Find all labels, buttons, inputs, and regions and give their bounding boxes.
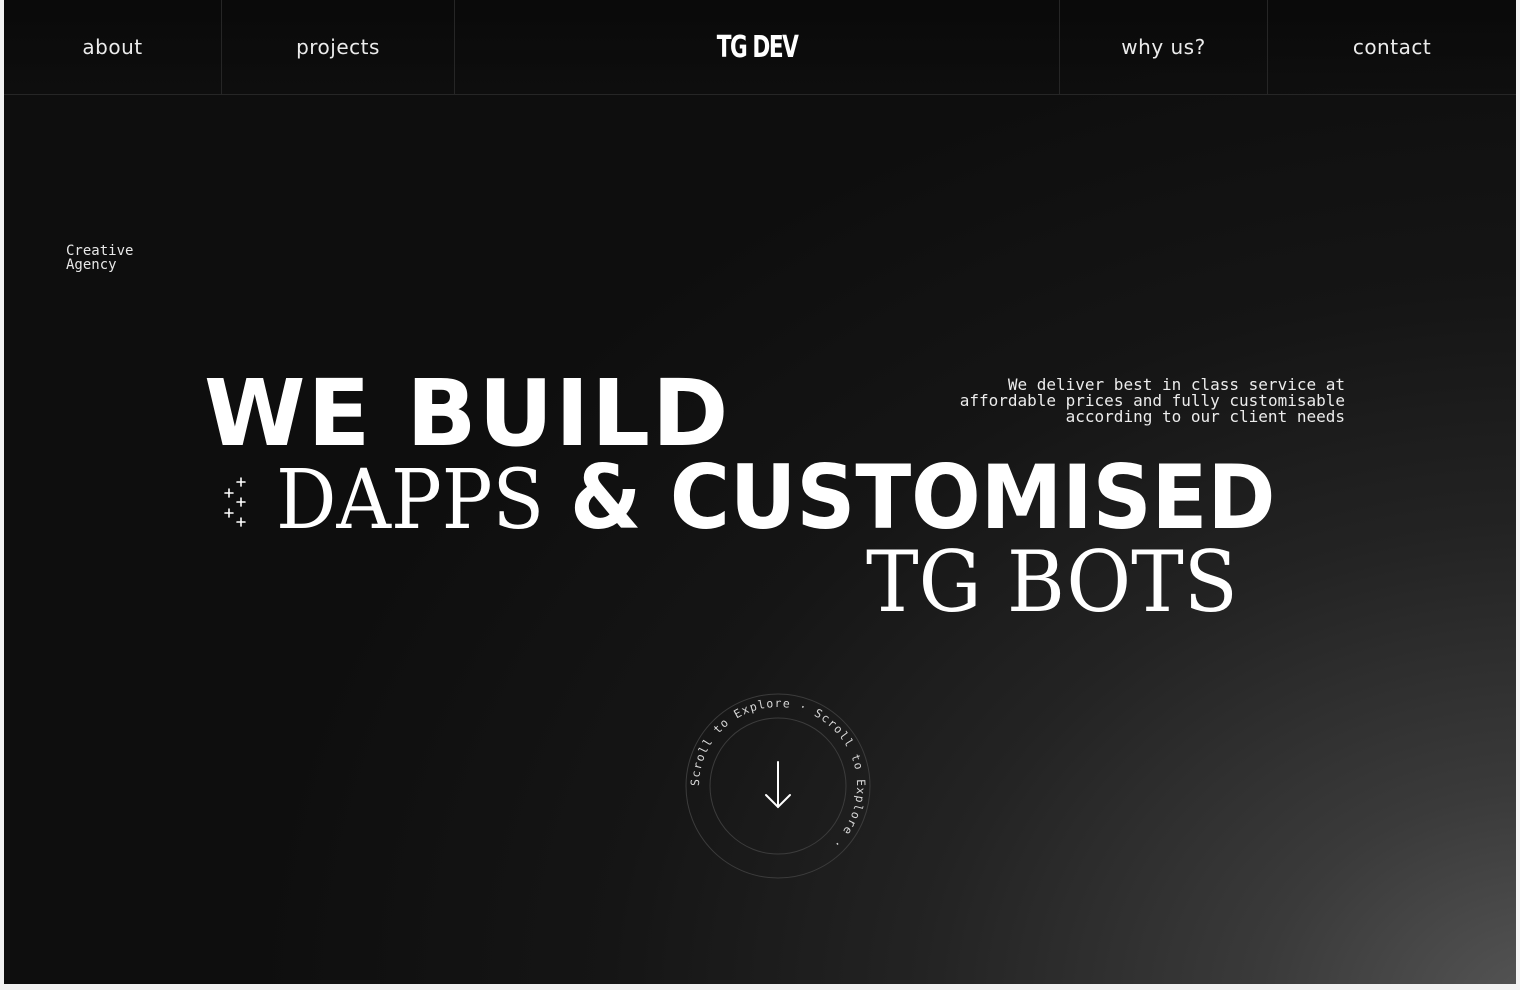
arrow-down-icon [765, 761, 791, 809]
agency-label: Creative Agency [66, 244, 186, 272]
nav-link-about[interactable]: about [82, 35, 142, 59]
hero-headline-customised: & CUSTOMISED [570, 446, 1276, 549]
agency-label-line1: Creative [66, 243, 134, 259]
hero-headline-dapps: DAPPS [276, 453, 545, 548]
sparkles-icon [224, 477, 246, 527]
hero-tagline-line3: according to our client needs [1065, 407, 1345, 426]
nav-link-projects[interactable]: projects [296, 35, 380, 59]
hero-tagline: We deliver best in class service at affo… [944, 377, 1345, 425]
scroll-badge-graphic: Scroll to Explore · Scroll to Explore · [685, 693, 871, 879]
landing-page: about projects TG DEV why us? contact Cr… [4, 0, 1516, 984]
nav-cell-projects: projects [222, 0, 455, 94]
nav-cell-logo: TG DEV [455, 0, 1059, 94]
nav-link-why-us[interactable]: why us? [1121, 35, 1205, 59]
brand-logo[interactable]: TG DEV [717, 30, 799, 65]
scroll-to-explore-button[interactable]: Scroll to Explore · Scroll to Explore · [684, 692, 872, 880]
nav-cell-contact: contact [1267, 0, 1516, 94]
nav-link-contact[interactable]: contact [1353, 35, 1431, 59]
hero-headline-tg-bots: TG BOTS [866, 533, 1238, 631]
top-navigation: about projects TG DEV why us? contact [4, 0, 1516, 95]
nav-cell-why-us: why us? [1059, 0, 1267, 94]
nav-cell-about: about [4, 0, 222, 94]
agency-label-line2: Agency [66, 257, 117, 273]
